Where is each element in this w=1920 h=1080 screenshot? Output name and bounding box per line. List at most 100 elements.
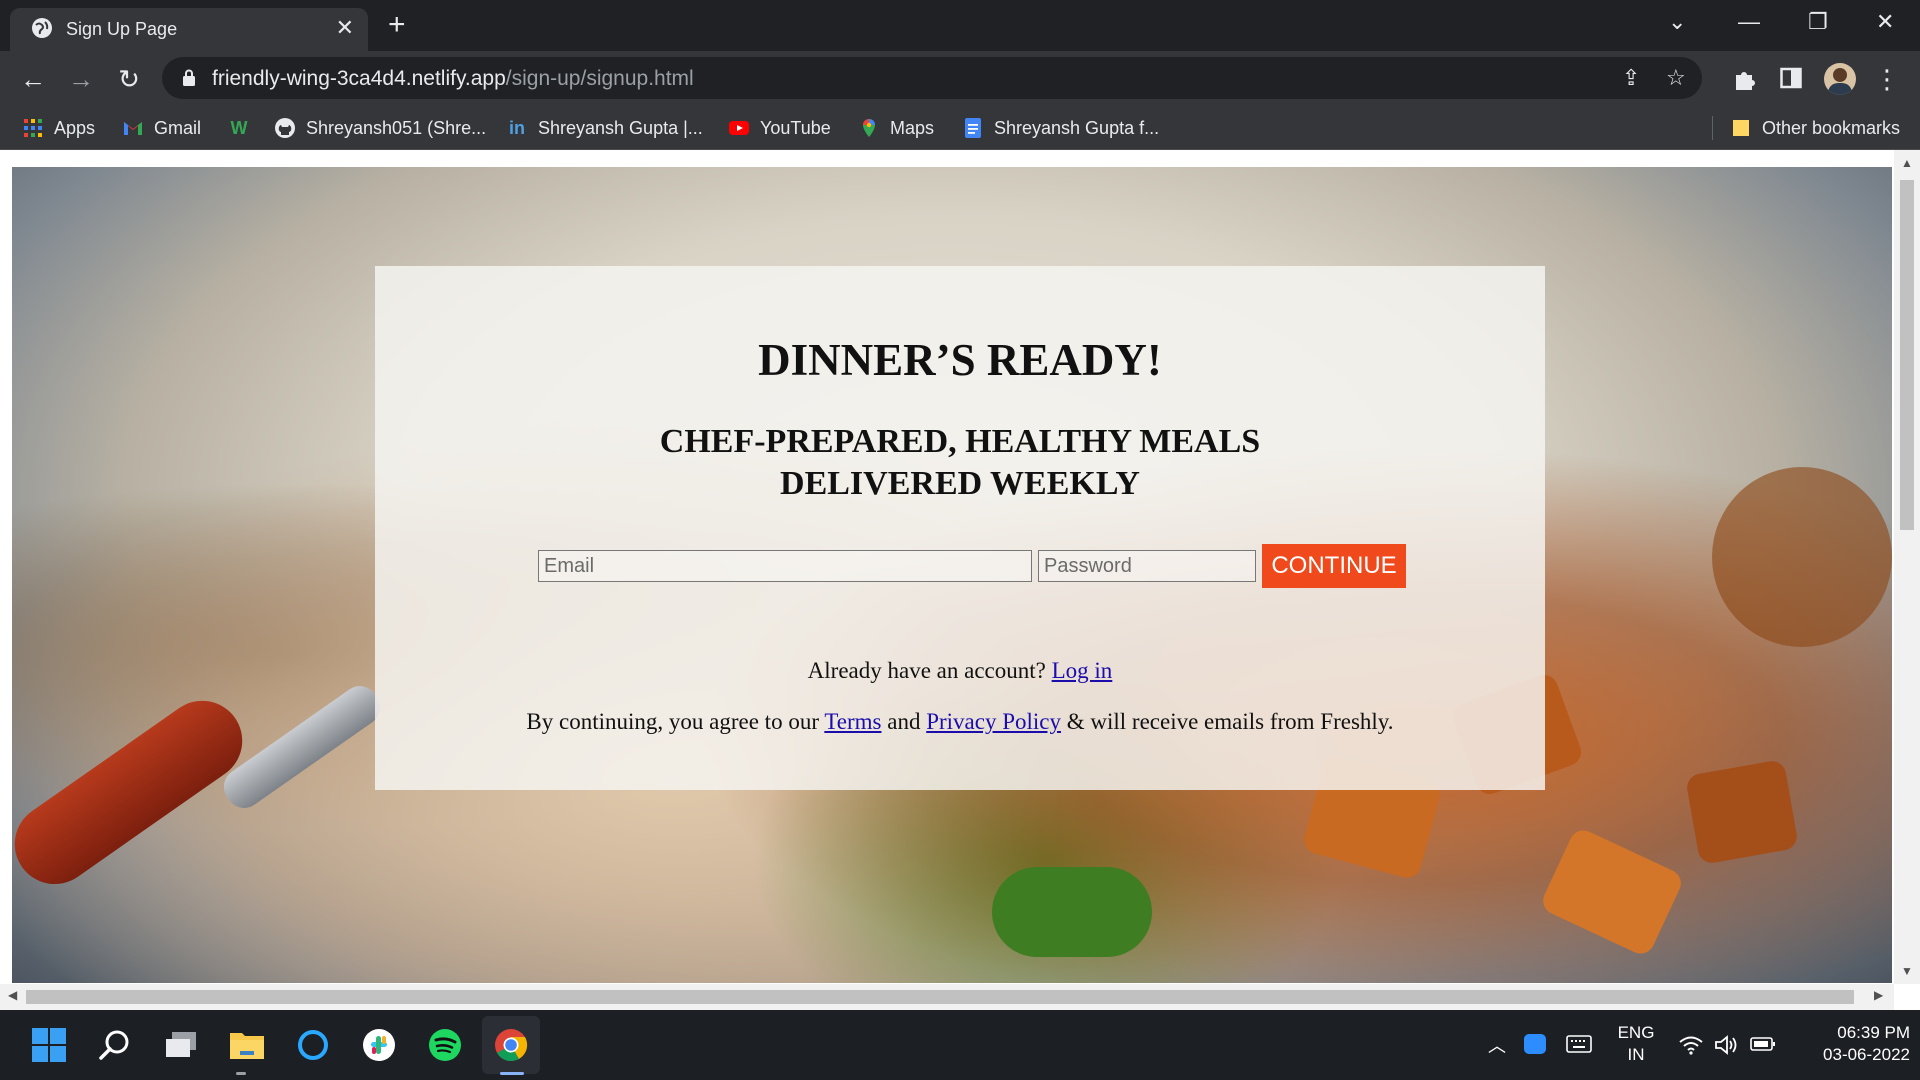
folder-icon bbox=[1733, 120, 1749, 136]
bookmark-apps-label: Apps bbox=[54, 117, 96, 138]
bookmark-linkedin[interactable]: in Shreyansh Gupta |... bbox=[506, 115, 703, 141]
w-logo-icon: W bbox=[230, 117, 248, 138]
signup-form: CONTINUE bbox=[538, 544, 1406, 588]
slack-icon[interactable] bbox=[358, 1024, 400, 1066]
github-icon bbox=[275, 118, 295, 138]
lock-icon bbox=[183, 69, 195, 86]
share-icon[interactable]: ⇪ bbox=[1622, 65, 1640, 91]
bookmark-maps[interactable]: Maps bbox=[858, 115, 934, 141]
zoom-tray-icon[interactable] bbox=[1524, 1034, 1546, 1054]
chrome-icon[interactable] bbox=[490, 1024, 532, 1066]
windows-taskbar: ︿ ENG IN 06:39 PM 03-06-2022 bbox=[0, 1010, 1920, 1080]
terms-notice: By continuing, you agree to our Terms an… bbox=[375, 709, 1545, 735]
bookmark-other[interactable]: Other bookmarks bbox=[1730, 115, 1900, 141]
system-clock[interactable]: 06:39 PM 03-06-2022 bbox=[1790, 1022, 1910, 1066]
linkedin-icon: in bbox=[509, 117, 525, 138]
scroll-up-arrow-icon[interactable]: ▲ bbox=[1901, 156, 1913, 170]
terms-link[interactable]: Terms bbox=[824, 709, 881, 734]
explorer-running-indicator bbox=[236, 1072, 246, 1075]
login-prompt: Already have an account? Log in bbox=[375, 658, 1545, 684]
continue-button[interactable]: CONTINUE bbox=[1262, 544, 1406, 588]
subtitle-line-1: CHEF-PREPARED, HEALTHY MEALS bbox=[659, 423, 1261, 460]
vertical-scrollbar[interactable]: ▲ ▼ bbox=[1894, 150, 1920, 984]
close-window-icon[interactable]: ✕ bbox=[1876, 8, 1894, 36]
maps-pin-icon bbox=[863, 119, 875, 137]
sweet-potato-image bbox=[1684, 759, 1800, 865]
side-panel-icon[interactable] bbox=[1780, 67, 1802, 89]
spotify-icon[interactable] bbox=[424, 1024, 466, 1066]
bookmark-w[interactable]: W bbox=[228, 115, 250, 141]
input-language[interactable]: ENG IN bbox=[1614, 1022, 1658, 1066]
terms-suffix-text: & will receive emails from Freshly. bbox=[1066, 709, 1394, 734]
apps-grid-icon bbox=[24, 119, 42, 137]
google-docs-icon bbox=[965, 118, 981, 138]
bookmark-apps[interactable]: Apps bbox=[22, 115, 95, 141]
fork-metal-image bbox=[216, 678, 388, 816]
food-shadow-image bbox=[1712, 467, 1892, 647]
password-field[interactable] bbox=[1038, 550, 1256, 582]
tab-strip: Sign Up Page ✕ + ⌄ — ❐ ✕ bbox=[0, 0, 1920, 51]
privacy-policy-link[interactable]: Privacy Policy bbox=[926, 709, 1061, 734]
bookmark-gmail[interactable]: Gmail bbox=[122, 115, 201, 141]
url-text[interactable]: friendly-wing-3ca4d4.netlify.app/sign-up… bbox=[212, 67, 694, 91]
and-text: and bbox=[887, 709, 921, 734]
scroll-right-arrow-icon[interactable]: ▶ bbox=[1874, 988, 1883, 1002]
tab-title: Sign Up Page bbox=[66, 19, 178, 39]
horizontal-scroll-thumb[interactable] bbox=[26, 990, 1854, 1004]
bookmark-star-icon[interactable]: ☆ bbox=[1666, 65, 1686, 91]
restore-icon[interactable]: ❐ bbox=[1808, 8, 1828, 36]
keyboard-icon[interactable] bbox=[1566, 1034, 1592, 1054]
horizontal-scrollbar[interactable]: ◀ ▶ bbox=[0, 984, 1894, 1010]
scroll-down-arrow-icon[interactable]: ▼ bbox=[1901, 964, 1913, 978]
page-viewport: DINNER’S READY! CHEF-PREPARED, HEALTHY M… bbox=[0, 150, 1920, 1010]
tab-sign-up-page[interactable]: Sign Up Page ✕ bbox=[10, 8, 368, 51]
bookmark-linkedin-label: Shreyansh Gupta |... bbox=[538, 117, 703, 138]
menu-kebab-icon[interactable]: ⋮ bbox=[1870, 62, 1904, 96]
wifi-icon[interactable] bbox=[1678, 1034, 1704, 1056]
back-icon[interactable]: ← bbox=[16, 62, 50, 96]
forward-icon[interactable]: → bbox=[64, 62, 98, 96]
login-prompt-text: Already have an account? bbox=[807, 658, 1046, 683]
chrome-running-indicator bbox=[500, 1072, 524, 1075]
globe-icon bbox=[32, 18, 52, 38]
bookmark-docs[interactable]: Shreyansh Gupta f... bbox=[962, 115, 1159, 141]
bookmark-youtube-label: YouTube bbox=[760, 117, 831, 138]
tab-search-chevron-icon[interactable]: ⌄ bbox=[1668, 8, 1686, 36]
bookmark-docs-label: Shreyansh Gupta f... bbox=[994, 117, 1160, 138]
page-subtitle: CHEF-PREPARED, HEALTHY MEALS DELIVERED W… bbox=[575, 421, 1345, 505]
extensions-icon[interactable] bbox=[1732, 66, 1758, 92]
gmail-icon bbox=[124, 122, 142, 135]
signup-card: DINNER’S READY! CHEF-PREPARED, HEALTHY M… bbox=[375, 266, 1545, 790]
herbs-image bbox=[992, 867, 1152, 957]
reload-icon[interactable]: ↻ bbox=[112, 62, 146, 96]
windows-start-icon[interactable] bbox=[28, 1024, 70, 1066]
task-view-icon[interactable] bbox=[160, 1024, 202, 1066]
tray-chevron-up-icon[interactable]: ︿ bbox=[1488, 1032, 1506, 1058]
page-title: DINNER’S READY! bbox=[758, 335, 1162, 385]
address-bar[interactable]: friendly-wing-3ca4d4.netlify.app/sign-up… bbox=[162, 57, 1702, 99]
email-field[interactable] bbox=[538, 550, 1032, 582]
profile-avatar[interactable] bbox=[1824, 63, 1856, 95]
bookmarks-divider bbox=[1712, 116, 1713, 140]
bookmark-other-label: Other bookmarks bbox=[1762, 117, 1901, 138]
cortana-icon[interactable] bbox=[292, 1024, 334, 1066]
close-tab-icon[interactable]: ✕ bbox=[336, 14, 354, 42]
bookmark-youtube[interactable]: YouTube bbox=[728, 115, 831, 141]
terms-prefix-text: By continuing, you agree to our bbox=[526, 709, 819, 734]
battery-icon[interactable] bbox=[1750, 1036, 1776, 1052]
region-code: IN bbox=[1627, 1045, 1645, 1064]
login-link[interactable]: Log in bbox=[1052, 658, 1113, 683]
file-explorer-icon[interactable] bbox=[226, 1024, 268, 1066]
minimize-icon[interactable]: — bbox=[1738, 8, 1760, 36]
new-tab-icon[interactable]: + bbox=[388, 8, 406, 42]
hero-food-background: DINNER’S READY! CHEF-PREPARED, HEALTHY M… bbox=[12, 167, 1892, 983]
language-code: ENG bbox=[1617, 1023, 1655, 1042]
subtitle-line-2: DELIVERED WEEKLY bbox=[780, 465, 1140, 502]
bookmark-github[interactable]: Shreyansh051 (Shre... bbox=[274, 115, 486, 141]
vertical-scroll-thumb[interactable] bbox=[1900, 180, 1914, 530]
bookmark-maps-label: Maps bbox=[890, 117, 935, 138]
bookmarks-bar: Apps Gmail W Shreyansh051 (Shre... in Sh… bbox=[0, 106, 1920, 150]
volume-icon[interactable] bbox=[1714, 1034, 1738, 1056]
scroll-left-arrow-icon[interactable]: ◀ bbox=[8, 988, 17, 1002]
search-icon[interactable] bbox=[94, 1024, 136, 1066]
